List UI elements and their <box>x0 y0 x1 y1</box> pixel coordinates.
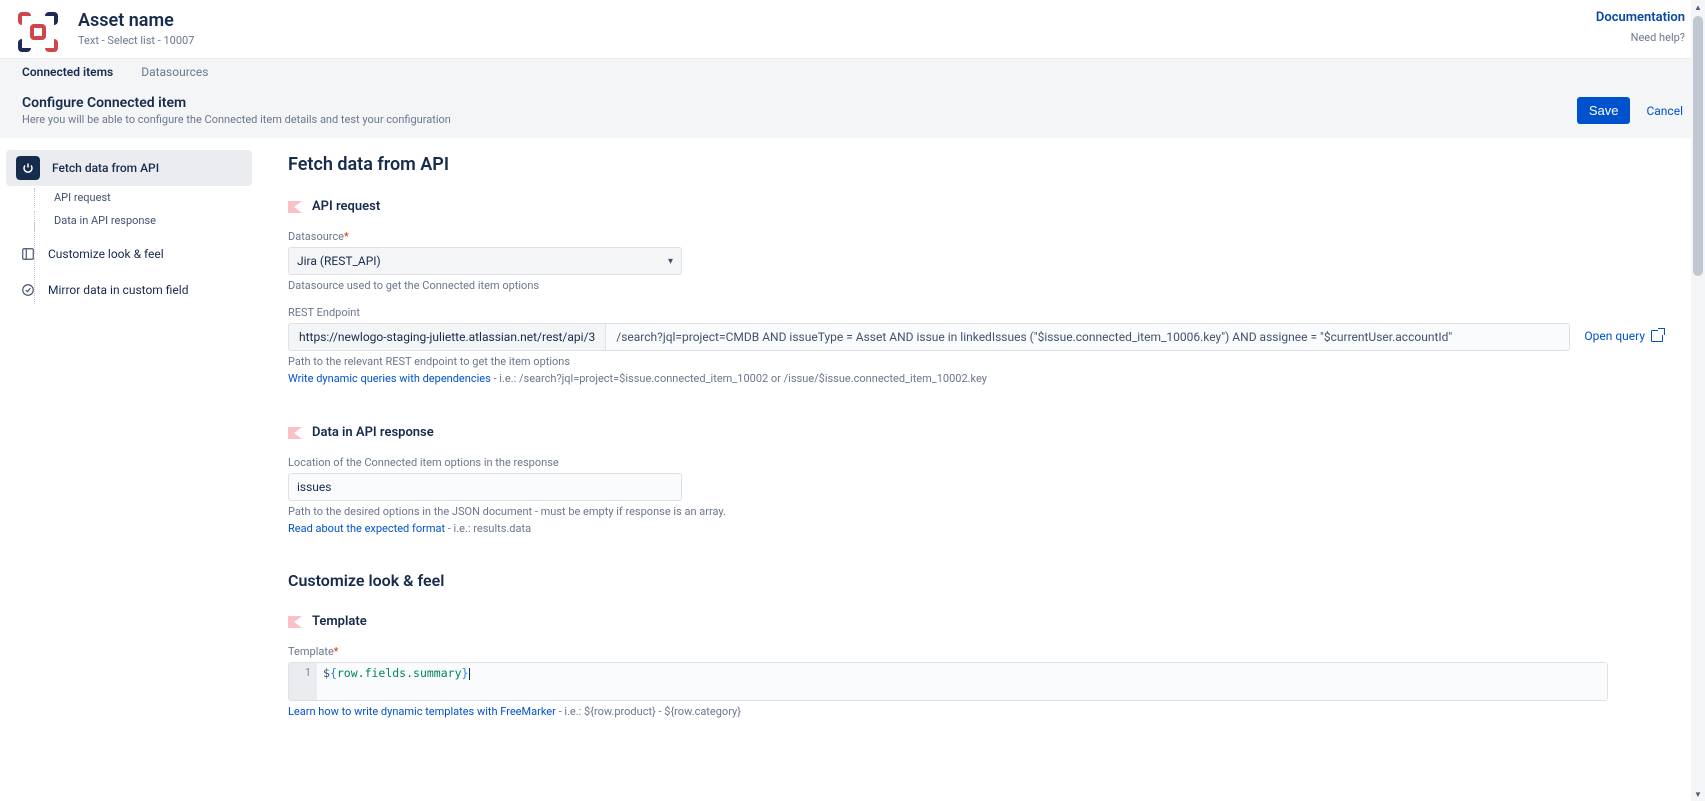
datasource-hint: Datasource used to get the Connected ite… <box>288 279 1663 292</box>
endpoint-input[interactable]: /search?jql=project=CMDB AND issueType =… <box>605 323 1570 351</box>
code-gutter: 1 <box>289 663 317 700</box>
app-logo <box>18 12 58 52</box>
nav-customize-look[interactable]: Customize look & feel <box>6 240 252 268</box>
learn-templates-link[interactable]: Learn how to write dynamic templates wit… <box>288 705 556 718</box>
template-label: Template* <box>288 645 1663 658</box>
save-button[interactable]: Save <box>1577 97 1631 124</box>
section-data-in-response: Data in API response <box>312 425 434 440</box>
external-link-icon <box>1651 330 1663 342</box>
nav-api-request-label: API request <box>54 191 111 204</box>
step-sidebar: Fetch data from API API request Data in … <box>0 138 260 778</box>
endpoint-prefix: https://newlogo-staging-juliette.atlassi… <box>288 323 605 351</box>
cancel-button[interactable]: Cancel <box>1646 104 1683 118</box>
tab-datasources[interactable]: Datasources <box>141 61 208 85</box>
scroll-thumb[interactable] <box>1693 16 1703 276</box>
datasource-value: Jira (REST_API) <box>297 254 381 268</box>
page-subtitle: Text - Select list - 10007 <box>78 34 194 47</box>
page-title: Asset name <box>78 10 194 32</box>
main-content: Fetch data from API API request Datasour… <box>260 138 1705 778</box>
datasource-select[interactable]: Jira (REST_API) ▾ <box>288 247 682 275</box>
location-value: issues <box>297 480 331 494</box>
bookmark-icon <box>288 616 302 628</box>
template-editor[interactable]: 1 ${row.fields.summary} <box>288 662 1608 701</box>
location-label: Location of the Connected item options i… <box>288 456 1663 469</box>
nav-data-in-response-label: Data in API response <box>54 214 156 227</box>
nav-customize-label: Customize look & feel <box>48 247 164 261</box>
bookmark-icon <box>288 201 302 213</box>
need-help-text[interactable]: Need help? <box>1596 31 1685 44</box>
rest-endpoint-label: REST Endpoint <box>288 306 1663 319</box>
code-content[interactable]: ${row.fields.summary} <box>317 663 1607 700</box>
nav-data-in-response[interactable]: Data in API response <box>6 209 252 232</box>
heading-customize: Customize look & feel <box>288 571 1663 590</box>
vertical-scrollbar[interactable]: ▲ ▼ <box>1691 0 1705 801</box>
documentation-link[interactable]: Documentation <box>1596 10 1685 25</box>
nav-fetch-data[interactable]: Fetch data from API <box>6 150 252 186</box>
tab-connected-items[interactable]: Connected items <box>22 61 113 85</box>
read-format-link[interactable]: Read about the expected format <box>288 522 445 535</box>
location-hint: Path to the desired options in the JSON … <box>288 505 1663 518</box>
location-input[interactable]: issues <box>288 473 682 501</box>
nav-fetch-label: Fetch data from API <box>52 161 159 175</box>
chevron-down-icon: ▾ <box>668 256 673 267</box>
location-hint-example: - i.e.: results.data <box>445 522 531 535</box>
heading-fetch-data: Fetch data from API <box>288 154 1663 175</box>
section-api-request: API request <box>312 199 380 214</box>
datasource-label: Datasource* <box>288 230 1663 243</box>
config-subtitle: Here you will be able to configure the C… <box>22 113 451 126</box>
config-title: Configure Connected item <box>22 95 451 111</box>
nav-api-request[interactable]: API request <box>6 186 252 209</box>
power-icon <box>16 156 40 180</box>
open-query-link[interactable]: Open query <box>1584 323 1663 343</box>
scroll-down-icon[interactable]: ▼ <box>1691 787 1705 801</box>
template-hint-example: - i.e.: ${row.product} - ${row.category} <box>556 705 741 718</box>
open-query-label: Open query <box>1584 329 1645 343</box>
nav-mirror-label: Mirror data in custom field <box>48 283 188 297</box>
write-dynamic-queries-link[interactable]: Write dynamic queries with dependencies <box>288 372 491 385</box>
endpoint-hint-path: Path to the relevant REST endpoint to ge… <box>288 355 1663 368</box>
scroll-up-icon[interactable]: ▲ <box>1691 0 1705 14</box>
section-template: Template <box>312 614 367 629</box>
bookmark-icon <box>288 427 302 439</box>
endpoint-hint-example: - i.e.: /search?jql=project=$issue.conne… <box>491 372 987 385</box>
